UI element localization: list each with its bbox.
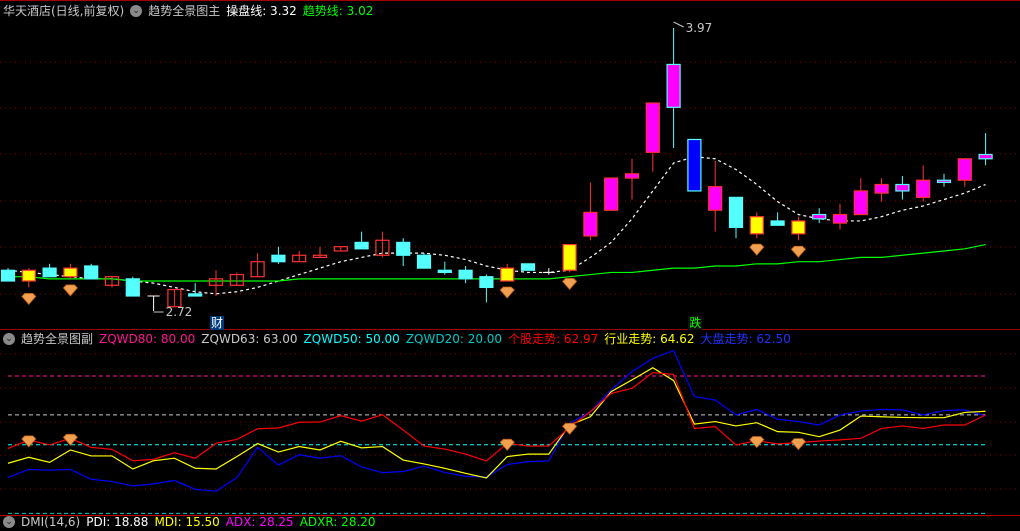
- candle-body: [42, 267, 57, 278]
- zqwd63-value: ZQWD63: 63.00: [201, 332, 298, 346]
- adx-value: ADX: 28.25: [225, 515, 294, 529]
- high-price-label: 3.97: [686, 21, 713, 35]
- candle-body: [188, 293, 203, 297]
- candle-body: [458, 269, 473, 280]
- candle-body: [666, 63, 681, 108]
- candle-body: [562, 243, 577, 271]
- candle-body: [687, 138, 702, 192]
- industry-trend-value: 行业走势: 64.62: [604, 332, 695, 346]
- main-indicator-name[interactable]: 趋势全景图主: [148, 2, 220, 20]
- candle-body: [832, 213, 848, 224]
- pdi-value: PDI: 18.88: [86, 515, 149, 529]
- candle-body: [791, 220, 806, 235]
- candle-body: [812, 213, 827, 220]
- indicator-menu-icon[interactable]: ⌄: [130, 5, 143, 17]
- candle-body: [271, 254, 286, 263]
- stock-title: 华天酒店(日线,前复权): [3, 4, 125, 18]
- diamond-signal-icon: [499, 438, 515, 451]
- trend-line-value: 趋势线: 3.02: [302, 4, 374, 18]
- indicator-menu-icon[interactable]: ⌄: [3, 516, 15, 528]
- candle-body: [396, 241, 411, 256]
- low-price-label: 2.72: [166, 305, 193, 319]
- candle-body: [520, 263, 536, 271]
- diamond-signal-icon: [790, 245, 806, 258]
- candle-body: [0, 269, 16, 282]
- diamond-signal-icon: [790, 438, 806, 451]
- candle-body: [479, 276, 494, 289]
- candle-body: [624, 173, 640, 179]
- op-line-value: 操盘线: 3.32: [226, 4, 297, 18]
- candle-body: [916, 179, 931, 198]
- candle-body: [978, 153, 993, 160]
- candle-body: [500, 267, 515, 282]
- op-line: [7, 156, 986, 295]
- candle-body: [895, 183, 910, 192]
- candle-body: [708, 186, 723, 211]
- dmi-header: ⌄ DMI(14,6) PDI: 18.88 MDI: 15.50 ADX: 2…: [3, 513, 376, 531]
- high-pointer: [673, 21, 684, 28]
- market-trend-line: [7, 349, 986, 492]
- zqwd50-value: ZQWD50: 50.00: [303, 332, 400, 346]
- candle-body: [770, 220, 785, 226]
- candle-body: [416, 254, 432, 269]
- candle-body: [21, 269, 36, 282]
- fall-event-tag[interactable]: 跌: [688, 316, 703, 330]
- candle-body: [874, 183, 889, 194]
- mdi-value: MDI: 15.50: [154, 515, 220, 529]
- candle-body: [645, 102, 660, 153]
- candle-body: [437, 269, 452, 274]
- zqwd80-value: ZQWD80: 80.00: [99, 332, 196, 346]
- finance-event-tag[interactable]: 财: [210, 316, 225, 330]
- stock-trend-line: [7, 371, 986, 462]
- diamond-signal-icon: [21, 435, 37, 448]
- diamond-signal-icon: [562, 278, 578, 291]
- candle-body: [84, 265, 99, 280]
- candle-body: [936, 179, 952, 183]
- adxr-value: ADXR: 28.20: [299, 515, 376, 529]
- diamond-signal-icon: [21, 293, 37, 306]
- main-chart-header: 华天酒店(日线,前复权) ⌄ 趋势全景图主 操盘线: 3.32 趋势线: 3.0…: [3, 2, 373, 20]
- candle-body: [728, 196, 744, 228]
- zqwd20-value: ZQWD20: 20.00: [405, 332, 503, 346]
- candle-body: [957, 158, 972, 181]
- candle-body: [583, 211, 598, 237]
- candle-body: [749, 216, 764, 235]
- candle-body: [63, 267, 78, 278]
- stock-trend-value: 个股走势: 62.97: [508, 332, 599, 346]
- industry-trend-line: [7, 367, 986, 479]
- trend-line: [8, 243, 986, 282]
- candle-body: [853, 190, 868, 216]
- diamond-signal-icon: [749, 243, 765, 256]
- sub-chart-header: ⌄ 趋势全景图副 ZQWD80: 80.00 ZQWD63: 63.00 ZQW…: [3, 330, 791, 348]
- candle-body: [604, 177, 619, 211]
- market-trend-value: 大盘走势: 62.50: [700, 332, 791, 346]
- sub-indicator-name[interactable]: 趋势全景图副: [21, 330, 93, 348]
- candle-body: [125, 278, 140, 297]
- diamond-signal-icon: [62, 433, 78, 446]
- chart-canvas: 3.97 2.72: [0, 0, 1020, 516]
- dmi-name[interactable]: DMI(14,6): [21, 513, 80, 531]
- candle-body: [354, 241, 369, 250]
- diamond-signal-icon: [749, 436, 765, 449]
- diamond-signal-icon: [499, 286, 515, 299]
- indicator-menu-icon[interactable]: ⌄: [3, 333, 15, 345]
